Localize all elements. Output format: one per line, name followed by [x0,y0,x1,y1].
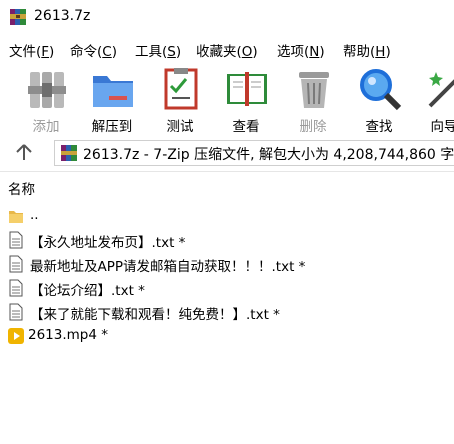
file-list: 名称 .. 【永久地址发布页】.txt * 最新地址及APP请发邮箱自动获取！！… [0,171,454,444]
view-button[interactable]: 查看 [216,62,276,135]
menu-command-end: ) [111,44,117,60]
list-item[interactable]: 2613.mp4 * [0,324,454,348]
video-file-icon [8,328,24,344]
up-folder-button[interactable] [10,141,38,165]
menu-help-end: ) [385,44,391,60]
trash-delete-icon [299,72,329,108]
menu-file[interactable]: 文件(F) [9,40,54,60]
delete-button[interactable]: 删除 [283,62,343,135]
text-file-icon [9,255,23,273]
menu-options-label: 选项( [277,44,310,60]
menu-command-label: 命令( [70,44,103,60]
path-field[interactable]: 2613.7z - 7-Zip 压缩文件, 解包大小为 4,208,744,86… [54,140,454,166]
view-label: 查看 [232,119,260,135]
list-item[interactable]: 【永久地址发布页】.txt * [0,228,454,252]
text-file-icon [9,231,23,249]
window-title: 2613.7z [34,8,91,24]
text-file-icon [9,279,23,297]
title-bar: 2613.7z [0,0,454,34]
test-button[interactable]: 测试 [150,62,210,135]
list-item[interactable]: 最新地址及APP请发邮箱自动获取！！！.txt * [0,252,454,276]
list-item[interactable]: .. [0,204,454,228]
menu-tools-label: 工具( [135,44,168,60]
wand-wizard-icon [428,72,454,108]
menu-favorites[interactable]: 收藏夹(O) [196,40,258,60]
list-item[interactable]: 【论坛介绍】.txt * [0,276,454,300]
menu-file-label: 文件( [9,44,42,60]
menu-help[interactable]: 帮助(H) [343,40,391,60]
folder-icon [9,211,23,223]
list-item-name: 【永久地址发布页】.txt * [30,235,186,251]
menu-help-label: 帮助( [343,44,376,60]
menu-tools-key: S [167,44,176,60]
list-item-name: 【来了就能下载和观看！纯免费！】.txt * [30,307,280,323]
menu-favorites-end: ) [252,44,258,60]
menu-options[interactable]: 选项(N) [277,40,325,60]
wizard-label: 向导 [430,119,454,135]
add-button[interactable]: 添加 [16,62,76,135]
toolbar: 添加 解压到 测试 查看 删除 查找 向导 [0,62,454,136]
menu-command-key: C [102,44,112,60]
menu-command[interactable]: 命令(C) [70,40,117,60]
list-item[interactable]: 【来了就能下载和观看！纯免费！】.txt * [0,300,454,324]
arrow-up-icon [16,144,32,160]
archive-add-icon [28,72,66,108]
archive-icon [61,145,77,161]
extract-label: 解压到 [91,119,133,135]
menu-file-key: F [41,44,50,60]
book-view-icon [227,72,267,106]
menu-bar: 文件(F) 命令(C) 工具(S) 收藏夹(O) 选项(N) 帮助(H) [0,37,454,61]
delete-label: 删除 [299,119,327,135]
winrar-app-icon [10,9,26,25]
list-item-name: 【论坛介绍】.txt * [30,283,145,299]
add-label: 添加 [32,119,60,135]
find-label: 查找 [365,119,393,135]
find-button[interactable]: 查找 [349,62,409,135]
list-item-name: 最新地址及APP请发邮箱自动获取！！！.txt * [30,259,306,275]
menu-favorites-label: 收藏夹( [196,44,242,60]
menu-file-end: ) [49,44,55,60]
menu-favorites-key: O [241,44,253,60]
address-bar: 2613.7z - 7-Zip 压缩文件, 解包大小为 4,208,744,86… [0,137,454,169]
list-item-name: 2613.mp4 * [28,327,108,343]
wizard-button[interactable]: 向导 [414,62,454,135]
path-text: 2613.7z - 7-Zip 压缩文件, 解包大小为 4,208,744,86… [83,147,454,163]
checklist-test-icon [164,68,198,110]
extract-button[interactable]: 解压到 [82,62,142,135]
text-file-icon [9,303,23,321]
menu-options-end: ) [319,44,325,60]
folder-extract-icon [93,76,133,107]
list-item-name: .. [30,207,39,223]
menu-options-key: N [309,44,320,60]
menu-tools-end: ) [175,44,182,60]
test-label: 测试 [166,119,194,135]
magnifier-find-icon [360,69,402,111]
column-header-name[interactable]: 名称 [8,178,35,198]
menu-help-key: H [375,44,386,60]
menu-tools[interactable]: 工具(S) [135,40,181,60]
